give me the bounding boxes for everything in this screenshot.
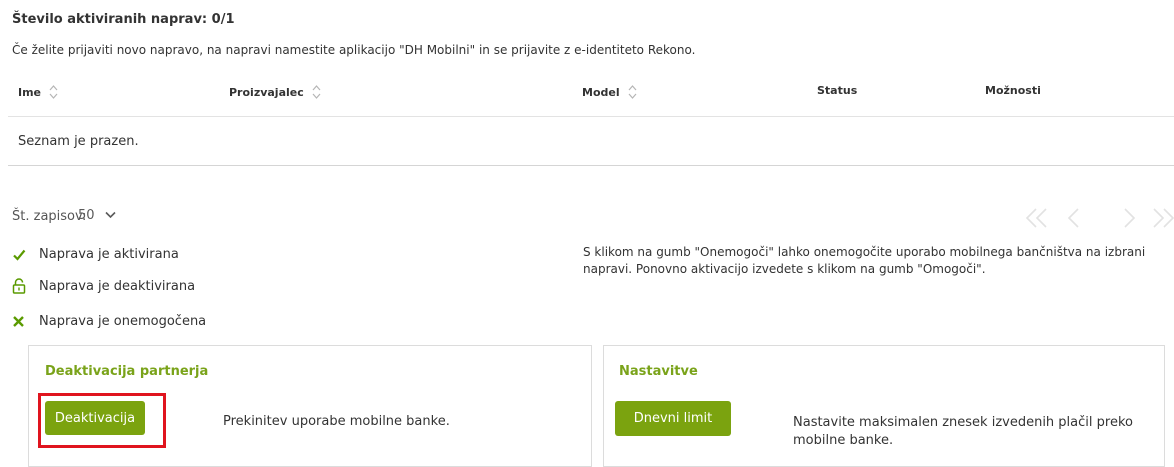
x-icon <box>12 315 25 332</box>
empty-list-message: Seznam je prazen. <box>18 134 139 149</box>
device-count-title: Število aktiviranih naprav: 0/1 <box>12 12 235 27</box>
first-page-icon[interactable] <box>1024 206 1050 234</box>
column-header-manufacturer[interactable]: Proizvajalec <box>229 84 321 100</box>
page-size-label: Št. zapisov: <box>12 209 87 224</box>
column-header-name[interactable]: Ime <box>18 84 58 100</box>
daily-limit-button[interactable]: Dnevni limit <box>615 401 731 436</box>
column-label: Proizvajalec <box>229 85 304 99</box>
checkmark-icon <box>12 248 26 266</box>
legend-deactivated: Naprava je deaktivirana <box>39 279 196 294</box>
sort-icon[interactable] <box>628 84 637 100</box>
page-size-value: 50 <box>78 208 95 223</box>
table-bottom-divider <box>8 165 1174 166</box>
settings-panel: Nastavitve Dnevni limit Nastavite maksim… <box>603 345 1165 467</box>
page-size-select[interactable]: 50 <box>78 208 116 223</box>
next-page-icon[interactable] <box>1121 206 1137 234</box>
column-label: Status <box>817 84 858 97</box>
previous-page-icon[interactable] <box>1066 206 1082 234</box>
column-header-status: Status <box>817 84 857 97</box>
panel-description: Prekinitev uporabe mobilne banke. <box>223 414 450 429</box>
padlock-icon <box>12 278 26 298</box>
legend-activated: Naprava je aktivirana <box>39 247 179 262</box>
highlight-box <box>38 393 166 448</box>
column-label: Ime <box>18 85 42 99</box>
sort-icon[interactable] <box>49 84 58 100</box>
chevron-down-icon <box>104 208 116 223</box>
last-page-icon[interactable] <box>1150 206 1174 234</box>
column-label: Model <box>582 85 620 99</box>
column-header-model[interactable]: Model <box>582 84 637 100</box>
panel-title: Deaktivacija partnerja <box>45 364 209 379</box>
panel-description: Nastavite maksimalen znesek izvedenih pl… <box>793 415 1133 448</box>
disable-info-text: S klikom na gumb "Onemogoči" lahko onemo… <box>583 245 1146 276</box>
column-header-options: Možnosti <box>985 84 1041 97</box>
sort-icon[interactable] <box>312 84 321 100</box>
column-label: Možnosti <box>985 84 1041 97</box>
legend-disabled: Naprava je onemogočena <box>39 314 207 329</box>
register-device-info: Če želite prijaviti novo napravo, na nap… <box>12 43 696 57</box>
panel-title: Nastavitve <box>619 364 698 379</box>
table-header-divider <box>8 116 1174 117</box>
